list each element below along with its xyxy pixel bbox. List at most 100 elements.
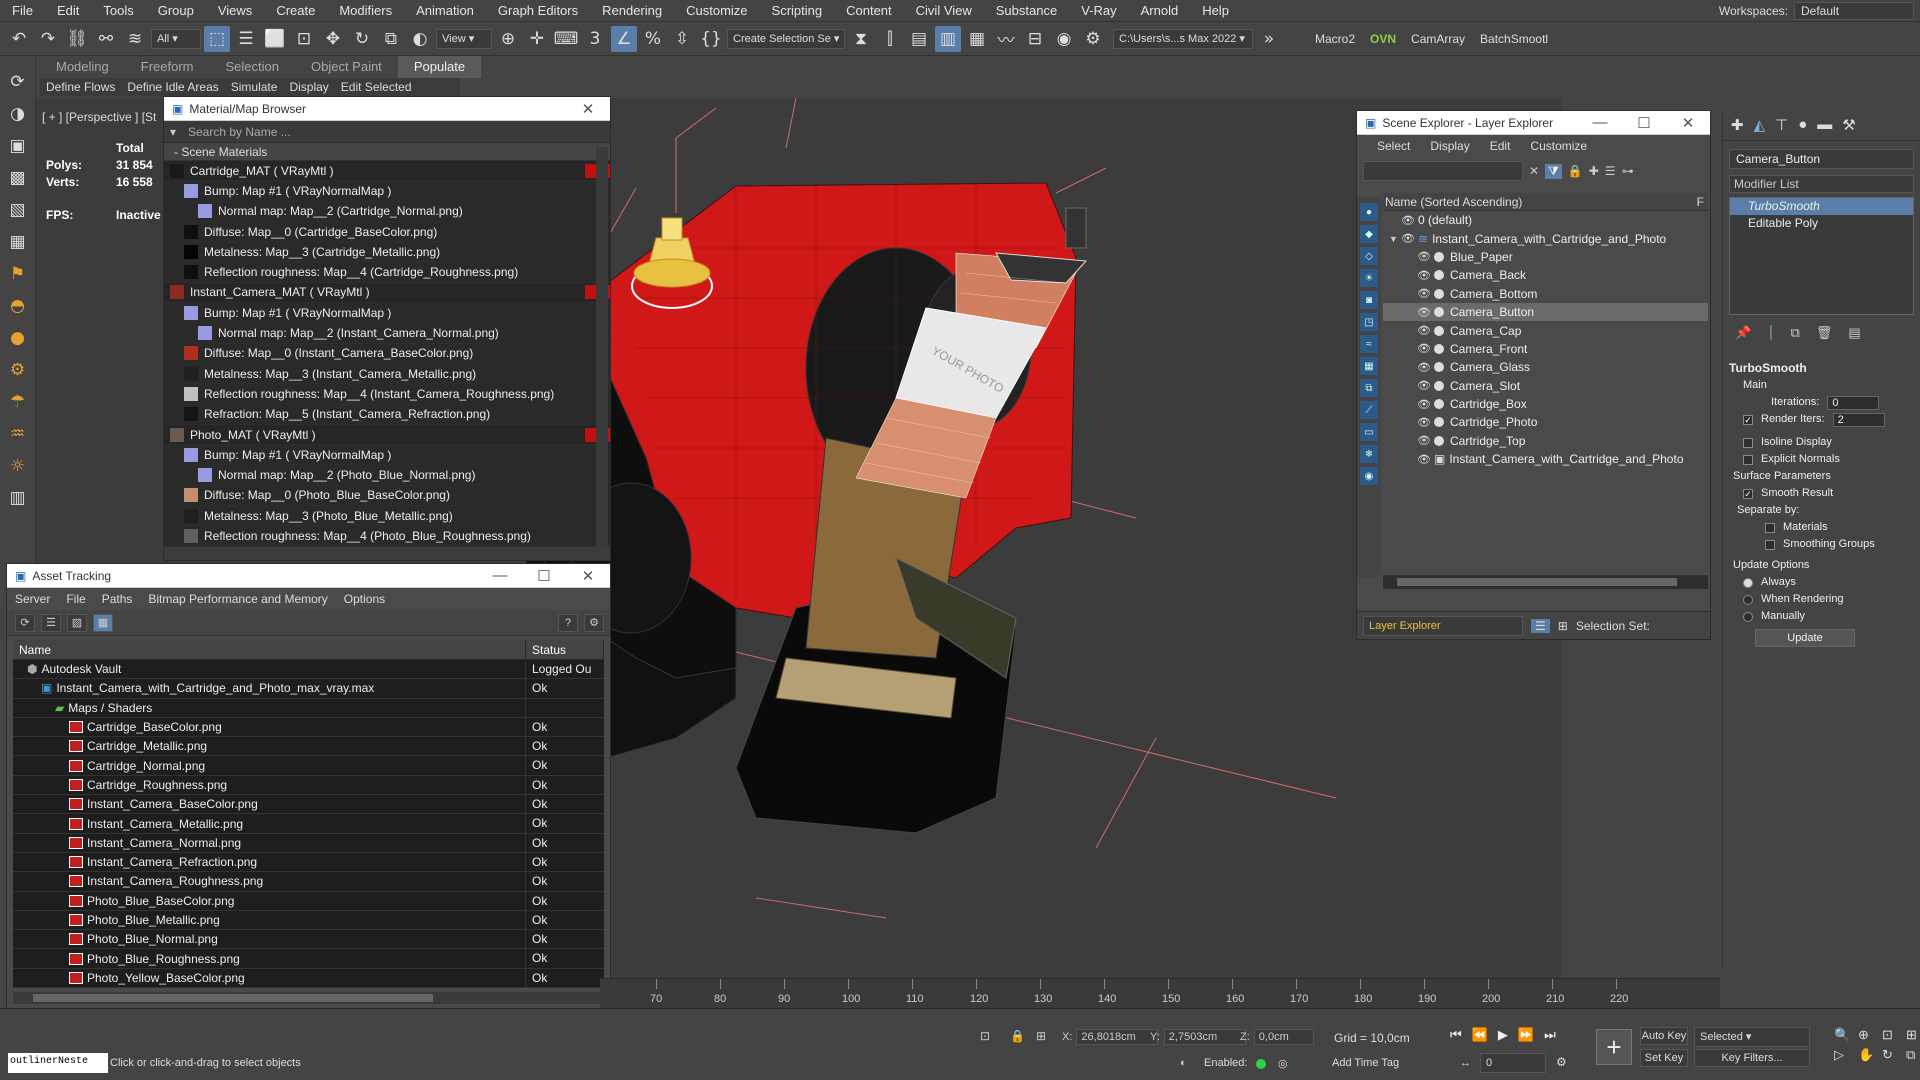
iterations-spinner[interactable]: 0	[1827, 395, 1880, 410]
toggle-scene-explorer-icon[interactable]: ▤	[906, 26, 932, 52]
close-icon[interactable]: ✕	[566, 100, 610, 118]
sphere-icon[interactable]: ●	[5, 326, 31, 350]
play-icon[interactable]: ▶	[1498, 1027, 1508, 1043]
render-iters-spinner[interactable]: 2	[1832, 412, 1885, 427]
asset-hscrollbar[interactable]	[13, 992, 604, 1004]
selection-filter-dropdown[interactable]: All ▾	[151, 28, 201, 49]
make-unique-icon[interactable]: ⧉	[1791, 325, 1800, 341]
set-key-big-icon[interactable]: +	[1596, 1029, 1632, 1065]
scene-column-header[interactable]: Name (Sorted Ascending)	[1385, 195, 1522, 209]
asset-menu-file[interactable]: File	[58, 592, 93, 606]
asset-row[interactable]: ▰ Maps / Shaders	[13, 698, 604, 718]
hierarchy-tab-icon[interactable]: ⊤	[1775, 116, 1788, 134]
asset-menu-server[interactable]: Server	[7, 592, 58, 606]
visibility-eye-icon[interactable]: 👁	[1417, 434, 1431, 447]
redo-icon[interactable]: ↷	[35, 26, 61, 52]
visibility-eye-icon[interactable]: 👁	[1417, 398, 1431, 411]
map-item[interactable]: Metalness: Map__3 (Cartridge_Metallic.pn…	[164, 242, 610, 263]
scene-tree-item[interactable]: 👁 Camera_Button	[1383, 302, 1708, 322]
edit-named-selection-icon[interactable]: {}	[698, 26, 724, 52]
map-item[interactable]: Refraction: Map__5 (Instant_Camera_Refra…	[164, 404, 610, 425]
bind-space-warp-icon[interactable]: ≋	[122, 26, 148, 52]
scene-tree-item[interactable]: 👁 Camera_Front	[1383, 340, 1708, 358]
material-editor-icon[interactable]: ◉	[1051, 26, 1077, 52]
scene-materials-section[interactable]: - Scene Materials	[164, 143, 610, 161]
asset-row[interactable]: Instant_Camera_Refraction.png Ok	[13, 852, 604, 873]
percent-snap-icon[interactable]: %	[640, 26, 666, 52]
ribbon-tab-object-paint[interactable]: Object Paint	[295, 56, 398, 78]
scene-menu-edit[interactable]: Edit	[1480, 139, 1521, 153]
ribbon-tab-selection[interactable]: Selection	[210, 56, 295, 78]
render-iters-checkbox[interactable]: ✓	[1743, 414, 1753, 425]
z-coordinate[interactable]: 0,0cm	[1253, 1029, 1314, 1045]
menu-v-ray[interactable]: V-Ray	[1069, 0, 1128, 22]
menu-edit[interactable]: Edit	[45, 0, 91, 22]
key-mode-icon[interactable]: ↔	[1460, 1057, 1471, 1069]
sun-icon[interactable]: ☼	[5, 454, 31, 478]
lock-icon[interactable]: 🔒	[1568, 164, 1583, 178]
visibility-eye-icon[interactable]: 👁	[1417, 324, 1431, 337]
asset-row[interactable]: Cartridge_Metallic.png Ok	[13, 737, 604, 757]
create-tab-icon[interactable]: ✚	[1731, 116, 1744, 134]
close-icon[interactable]: ✕	[1666, 114, 1710, 132]
menu-group[interactable]: Group	[146, 0, 206, 22]
scene-hscrollbar[interactable]	[1383, 575, 1708, 589]
menu-tools[interactable]: Tools	[91, 0, 145, 22]
menu-arnold[interactable]: Arnold	[1129, 0, 1191, 22]
map-item[interactable]: Bump: Map #1 ( VRayNormalMap )	[164, 445, 610, 466]
scene-menu-display[interactable]: Display	[1420, 139, 1479, 153]
auto-key-button[interactable]: Auto Key	[1640, 1027, 1688, 1045]
explicit-normals-checkbox[interactable]	[1743, 454, 1753, 465]
add-time-tag[interactable]: Add Time Tag	[1332, 1057, 1399, 1069]
map-item[interactable]: Reflection roughness: Map__4 (Cartridge_…	[164, 262, 610, 283]
table-icon[interactable]: ▦	[93, 613, 113, 632]
menu-content[interactable]: Content	[834, 0, 904, 22]
rotate-icon[interactable]: ↻	[349, 26, 375, 52]
material-search-input[interactable]: ▾ Search by Name ...	[164, 121, 610, 143]
map-item[interactable]: Normal map: Map__2 (Instant_Camera_Norma…	[164, 323, 610, 344]
asset-row[interactable]: Photo_Blue_BaseColor.png Ok	[13, 891, 604, 911]
map-item[interactable]: Bump: Map #1 ( VRayNormalMap )	[164, 303, 610, 324]
flow-icon[interactable]: ♒	[5, 422, 31, 446]
turbosmooth-title[interactable]: TurboSmooth	[1729, 359, 1914, 377]
go-to-start-icon[interactable]: ⏮	[1450, 1027, 1462, 1043]
angle-snap-icon[interactable]: ∠	[611, 25, 637, 52]
material-item[interactable]: Photo_MAT ( VRayMtl )	[164, 424, 610, 446]
scene-tree-item[interactable]: 👁 Cartridge_Photo	[1383, 413, 1708, 431]
ribbon-subtab-edit-selected[interactable]: Edit Selected	[335, 78, 418, 96]
orbit-icon[interactable]: ↻	[1882, 1047, 1902, 1063]
asset-row[interactable]: Photo_Blue_Metallic.png Ok	[13, 910, 604, 931]
collapse-icon[interactable]: ▾	[170, 121, 176, 143]
spinner-snap-icon[interactable]: ⇳	[669, 26, 695, 52]
pin-stack-icon[interactable]: 📌	[1735, 325, 1751, 341]
close-icon[interactable]: ✕	[566, 567, 610, 585]
scene-tree-item[interactable]: 👁 Cartridge_Top	[1383, 432, 1708, 450]
clear-search-icon[interactable]: ✕	[1529, 164, 1539, 178]
cage-icon[interactable]: ▥	[5, 486, 31, 510]
asset-row[interactable]: Instant_Camera_Roughness.png Ok	[13, 872, 604, 892]
batchsmooth-button[interactable]: BatchSmootl	[1474, 32, 1554, 46]
scene-tree-item[interactable]: 👁 Camera_Slot	[1383, 377, 1708, 395]
scale-icon[interactable]: ⧉	[378, 26, 404, 52]
lamp-icon[interactable]: ☂	[5, 390, 31, 414]
column-name[interactable]: Name	[13, 640, 526, 659]
scene-column-header-right[interactable]: F	[1697, 195, 1708, 209]
menu-create[interactable]: Create	[264, 0, 327, 22]
modify-tab-icon[interactable]: ◭	[1754, 116, 1766, 134]
manually-radio[interactable]	[1743, 611, 1753, 622]
expand-icon[interactable]: ▼	[1389, 234, 1401, 244]
menu-views[interactable]: Views	[206, 0, 264, 22]
asset-row[interactable]: Photo_Blue_Normal.png Ok	[13, 930, 604, 950]
undo-icon[interactable]: ↶	[6, 26, 32, 52]
menu-modifiers[interactable]: Modifiers	[327, 0, 404, 22]
asset-row[interactable]: Instant_Camera_Normal.png Ok	[13, 833, 604, 853]
display-hidden-icon[interactable]: ◉	[1360, 467, 1378, 485]
ribbon-subtab-define-flows[interactable]: Define Flows	[40, 78, 121, 96]
filter-icon[interactable]: ⧩	[1545, 163, 1562, 179]
absolute-mode-icon[interactable]: ⊞	[1036, 1029, 1046, 1043]
minimize-icon[interactable]: —	[1578, 114, 1622, 132]
camera-icon[interactable]: ▧	[5, 198, 31, 222]
menu-substance[interactable]: Substance	[984, 0, 1069, 22]
window-crossing-icon[interactable]: ⊡	[291, 26, 317, 52]
asset-row[interactable]: Cartridge_Normal.png Ok	[13, 756, 604, 776]
